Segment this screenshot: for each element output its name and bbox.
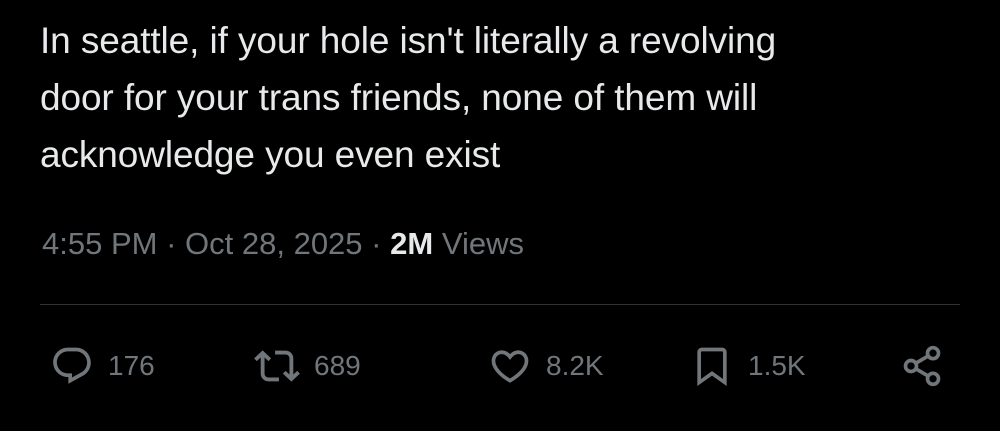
tweet-metadata: 4:55 PM · Oct 28, 2025 · 2M Views	[42, 224, 524, 264]
heart-icon	[488, 344, 532, 388]
bookmark-button[interactable]: 1.5K	[690, 336, 806, 396]
tweet-date[interactable]: Oct 28, 2025	[185, 226, 363, 261]
repost-button[interactable]: 689	[254, 336, 361, 396]
tweet-time[interactable]: 4:55 PM	[42, 226, 157, 261]
reply-button[interactable]: 176	[50, 336, 155, 396]
share-button[interactable]	[900, 336, 944, 396]
like-button[interactable]: 8.2K	[488, 336, 604, 396]
meta-separator: ·	[166, 226, 177, 261]
repost-icon	[254, 343, 300, 389]
bookmark-icon	[690, 344, 734, 388]
views-count: 2M	[390, 226, 434, 261]
tweet-text: In seattle, if your hole isn't literally…	[40, 12, 940, 183]
meta-separator: ·	[371, 226, 382, 261]
repost-count: 689	[314, 350, 361, 381]
reply-count: 176	[108, 350, 155, 381]
views-label: Views	[441, 226, 524, 261]
reply-icon	[50, 344, 94, 388]
tweet-text-line: door for your trans friends, none of the…	[40, 77, 758, 118]
action-bar: 176 689 8.2K 1.5K	[40, 336, 960, 396]
tweet-text-line: acknowledge you even exist	[40, 134, 501, 175]
like-count: 8.2K	[546, 350, 604, 381]
tweet-text-line: In seattle, if your hole isn't literally…	[40, 20, 777, 61]
bookmark-count: 1.5K	[748, 350, 806, 381]
share-icon	[900, 344, 944, 388]
divider	[40, 304, 960, 305]
